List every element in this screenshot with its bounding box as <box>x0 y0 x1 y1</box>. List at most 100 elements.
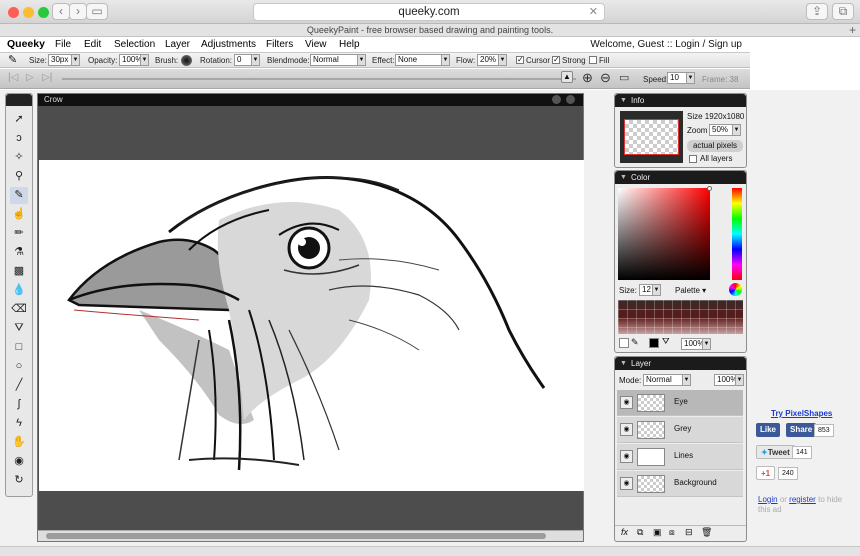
layer-mode-select[interactable]: Normal ▼ <box>643 374 691 386</box>
saturation-picker[interactable] <box>618 188 710 280</box>
opacity-select[interactable]: 100% ▼ <box>119 54 149 66</box>
drawing-canvas[interactable] <box>39 160 584 491</box>
timeline-track[interactable] <box>62 78 576 80</box>
info-panel-header[interactable]: ▼ Info <box>615 94 746 107</box>
forward-button[interactable]: › <box>69 3 87 20</box>
first-frame-icon[interactable]: |◁ <box>8 72 18 83</box>
color-palette-grid[interactable] <box>618 300 743 334</box>
color-opacity-select[interactable]: 100% ▼ <box>681 338 711 350</box>
login-link[interactable]: Login <box>675 39 699 50</box>
scrollbar-thumb[interactable] <box>46 533 546 539</box>
line-icon[interactable]: ╱ <box>10 377 28 394</box>
smudge-tool-icon[interactable]: ☝ <box>10 206 28 223</box>
spray-icon[interactable]: ⚗ <box>10 244 28 261</box>
facebook-like-button[interactable]: Like <box>756 423 781 437</box>
close-window-icon[interactable] <box>8 7 19 18</box>
minimize-doc-icon[interactable] <box>552 95 561 104</box>
hand-icon[interactable]: ✋ <box>10 434 28 451</box>
menu-edit[interactable]: Edit <box>84 37 101 52</box>
collapse-icon[interactable]: ▼ <box>620 357 627 370</box>
menu-view[interactable]: View <box>305 37 327 52</box>
new-tab-icon[interactable]: + <box>849 24 856 36</box>
palette-dropdown[interactable]: Palette ▾ <box>675 286 706 295</box>
flow-select[interactable]: 20% ▼ <box>477 54 507 66</box>
visibility-eye-icon[interactable]: ◉ <box>620 477 633 490</box>
trash-icon[interactable]: 🗑 <box>701 527 712 538</box>
ad-login-link[interactable]: Login <box>758 495 778 504</box>
pattern-icon[interactable]: ▩ <box>10 263 28 280</box>
cursor-checkbox[interactable]: ✓ <box>516 56 524 64</box>
layer-row-eye[interactable]: ◉ Eye <box>617 390 743 416</box>
eyedropper-icon[interactable]: ◉ <box>10 453 28 470</box>
lasso-tool-icon[interactable]: ↄ <box>10 130 28 147</box>
tabs-overview-icon[interactable]: ⧉ <box>832 3 854 20</box>
timeline-handle[interactable]: ▲ <box>561 71 573 83</box>
zoom-window-icon[interactable] <box>38 7 49 18</box>
ellipse-icon[interactable]: ○ <box>10 358 28 375</box>
last-frame-icon[interactable]: ▷| <box>42 72 52 83</box>
brush-preview[interactable] <box>181 55 192 66</box>
play-icon[interactable]: ▷ <box>26 72 34 83</box>
menu-file[interactable]: File <box>55 37 71 52</box>
layer-row-lines[interactable]: ◉ Lines <box>617 444 743 470</box>
color-picker-handle[interactable] <box>707 186 712 191</box>
size-select[interactable]: 30px ▼ <box>48 54 80 66</box>
tweet-button[interactable]: ✦Tweet <box>756 445 795 459</box>
magnifier-icon[interactable]: ⚲ <box>10 168 28 185</box>
menu-filters[interactable]: Filters <box>266 37 293 52</box>
secondary-color-swatch[interactable] <box>619 338 629 348</box>
facebook-share-button[interactable]: Share <box>786 423 817 437</box>
layer-opacity-select[interactable]: 100% ▼ <box>714 374 744 386</box>
color-wheel-icon[interactable] <box>729 283 742 296</box>
strong-checkbox[interactable]: ✓ <box>552 56 560 64</box>
menu-help[interactable]: Help <box>339 37 360 52</box>
menu-adjustments[interactable]: Adjustments <box>201 37 256 52</box>
horizontal-scrollbar[interactable] <box>38 530 583 541</box>
eyedropper-icon[interactable]: ✎ <box>631 337 639 348</box>
polyline-icon[interactable]: ϟ <box>10 415 28 432</box>
clear-url-icon[interactable]: ✕ <box>589 4 598 21</box>
visibility-eye-icon[interactable]: ◉ <box>620 450 633 463</box>
visibility-eye-icon[interactable]: ◉ <box>620 396 633 409</box>
speed-select[interactable]: 10 ▼ <box>667 72 695 84</box>
duplicate-layer-icon[interactable]: ⧈ <box>669 527 675 538</box>
new-layer-icon[interactable]: ⧉ <box>637 527 643 538</box>
close-doc-icon[interactable] <box>566 95 575 104</box>
zoom-select[interactable]: 50% ▼ <box>709 124 741 136</box>
color-panel-header[interactable]: ▼ Color <box>615 171 746 184</box>
share-icon[interactable]: ⇪ <box>806 3 828 20</box>
move-tool-icon[interactable]: ➚ <box>10 111 28 128</box>
navigator-preview[interactable] <box>620 111 683 163</box>
actual-pixels-button[interactable]: actual pixels <box>687 140 743 152</box>
brush-size-select[interactable]: 12 ▼ <box>639 284 661 296</box>
collapse-icon[interactable]: ▼ <box>620 94 627 107</box>
ad-register-link[interactable]: register <box>789 495 816 504</box>
pencil-icon[interactable]: ✏ <box>10 225 28 242</box>
mask-icon[interactable]: ▣ <box>653 527 662 538</box>
eraser-icon[interactable]: ⌫ <box>10 301 28 318</box>
minimize-window-icon[interactable] <box>23 7 34 18</box>
address-bar[interactable]: queeky.com ✕ <box>253 3 605 21</box>
collapse-icon[interactable]: ▼ <box>620 171 627 184</box>
layer-row-grey[interactable]: ◉ Grey <box>617 417 743 443</box>
hue-slider[interactable] <box>732 188 742 280</box>
layer-effects-icon[interactable]: fx <box>621 527 628 537</box>
effect-select[interactable]: None ▼ <box>395 54 450 66</box>
magic-wand-icon[interactable]: ✧ <box>10 149 28 166</box>
sidebar-toggle-icon[interactable]: ▭ <box>86 3 108 20</box>
all-layers-checkbox[interactable] <box>689 155 697 163</box>
fill-bucket-icon[interactable]: ⛛ <box>10 320 28 337</box>
zoom-in-icon[interactable]: ⊕ <box>582 70 593 86</box>
signup-link[interactable]: Sign up <box>708 39 742 50</box>
navigator-viewport[interactable] <box>624 119 679 155</box>
menu-layer[interactable]: Layer <box>165 37 190 52</box>
visibility-eye-icon[interactable]: ◉ <box>620 423 633 436</box>
layer-panel-header[interactable]: ▼ Layer <box>615 357 746 370</box>
fill-checkbox[interactable] <box>589 56 597 64</box>
merge-layer-icon[interactable]: ⊟ <box>685 527 693 538</box>
monitor-icon[interactable]: ▭ <box>619 71 629 84</box>
layer-row-background[interactable]: ◉ Background <box>617 471 743 497</box>
back-button[interactable]: ‹ <box>52 3 70 20</box>
google-plus-button[interactable]: +1 <box>756 466 776 480</box>
curve-icon[interactable]: ∫ <box>10 396 28 413</box>
